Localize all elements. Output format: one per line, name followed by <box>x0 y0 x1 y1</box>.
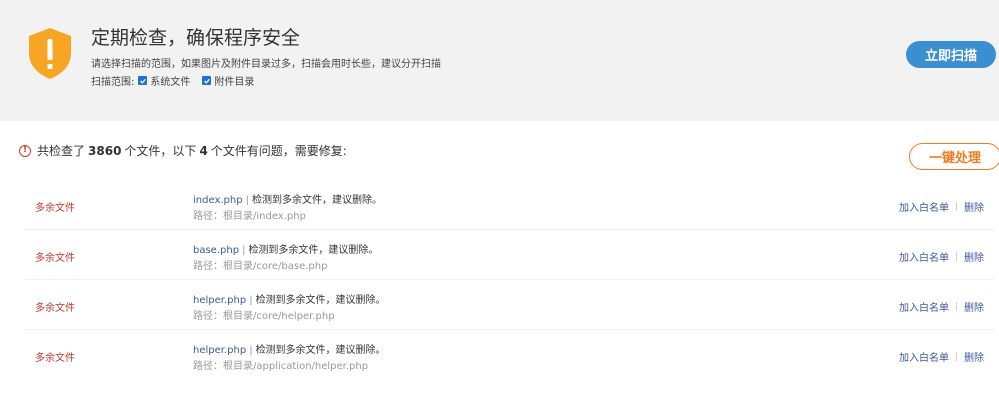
issue-row: 多余文件 helper.php | 检测到多余文件，建议删除。 路径：根目录/app… <box>24 330 994 380</box>
checkbox-checked-icon[interactable] <box>202 76 212 85</box>
issue-text: 检测到多余文件，建议删除。 <box>251 195 382 206</box>
file-path: 路径：根目录/core/base.php <box>193 261 328 272</box>
delete-link[interactable]: 删除 <box>964 249 984 264</box>
issue-type: 多余文件 <box>35 253 75 264</box>
issue-message: helper.php | 检测到多余文件，建议删除。 <box>193 341 386 356</box>
action-divider <box>956 202 957 211</box>
issue-message: index.php | 检测到多余文件，建议删除。 <box>193 191 382 206</box>
separator: | <box>249 295 253 306</box>
row-actions: 加入白名单 删除 <box>899 349 984 364</box>
issue-type: 多余文件 <box>35 353 75 364</box>
issue-message: helper.php | 检测到多余文件，建议删除。 <box>193 291 386 306</box>
scan-header-panel: 定期检查，确保程序安全 请选择扫描的范围，如果图片及附件目录过多，扫描会用时长些… <box>0 0 999 121</box>
file-path: 路径：根目录/core/helper.php <box>193 311 335 322</box>
alert-icon: ! <box>19 144 31 157</box>
summary-issues: 4 <box>199 143 208 158</box>
issue-text: 检测到多余文件，建议删除。 <box>248 245 379 256</box>
delete-link[interactable]: 删除 <box>964 199 984 214</box>
scope-option-label: 附件目录 <box>214 77 255 88</box>
scope-system-files-checkbox[interactable]: 系统文件 <box>138 73 190 88</box>
row-actions: 加入白名单 删除 <box>899 199 984 214</box>
add-whitelist-link[interactable]: 加入白名单 <box>899 249 949 264</box>
file-name: helper.php <box>193 295 247 306</box>
issue-type: 多余文件 <box>35 303 75 314</box>
summary-middle: 个文件，以下 <box>124 144 197 158</box>
checkbox-checked-icon[interactable] <box>138 76 148 85</box>
delete-link[interactable]: 删除 <box>964 349 984 364</box>
delete-link[interactable]: 删除 <box>964 299 984 314</box>
issue-list: 多余文件 index.php | 检测到多余文件，建议删除。 路径：根目录/inde… <box>24 180 994 380</box>
issue-message: base.php | 检测到多余文件，建议删除。 <box>193 241 378 256</box>
add-whitelist-link[interactable]: 加入白名单 <box>899 349 949 364</box>
file-name: index.php <box>193 195 243 206</box>
issue-text: 检测到多余文件，建议删除。 <box>255 345 386 356</box>
row-actions: 加入白名单 删除 <box>899 299 984 314</box>
scope-option-label: 系统文件 <box>150 77 191 88</box>
scan-now-button[interactable]: 立即扫描 <box>906 41 996 68</box>
separator: | <box>245 195 249 206</box>
row-actions: 加入白名单 删除 <box>899 249 984 264</box>
issue-row: 多余文件 helper.php | 检测到多余文件，建议删除。 路径：根目录/cor… <box>24 280 994 330</box>
scope-attachments-checkbox[interactable]: 附件目录 <box>202 73 254 88</box>
page-title: 定期检查，确保程序安全 <box>91 27 301 49</box>
scan-description: 请选择扫描的范围，如果图片及附件目录过多，扫描会用时长些，建议分开扫描 <box>91 59 441 70</box>
issue-row: 多余文件 base.php | 检测到多余文件，建议删除。 路径：根目录/core/… <box>24 230 994 280</box>
action-divider <box>956 302 957 311</box>
action-divider <box>956 352 957 361</box>
scan-summary: ! 共检查了 3860 个文件，以下 4 个文件有问题，需要修复: <box>19 142 347 159</box>
summary-total: 3860 <box>88 143 122 158</box>
scan-scope: 扫描范围: 系统文件 附件目录 <box>91 73 262 88</box>
issue-text: 检测到多余文件，建议删除。 <box>255 295 386 306</box>
summary-prefix: 共检查了 <box>37 144 86 158</box>
add-whitelist-link[interactable]: 加入白名单 <box>899 199 949 214</box>
summary-suffix: 个文件有问题，需要修复: <box>210 144 347 158</box>
separator: | <box>249 345 253 356</box>
separator: | <box>242 245 246 256</box>
one-click-fix-button[interactable]: 一键处理 <box>909 143 999 170</box>
file-path: 路径：根目录/application/helper.php <box>193 361 369 372</box>
file-name: helper.php <box>193 345 247 356</box>
file-path: 路径：根目录/index.php <box>193 211 306 222</box>
scope-label: 扫描范围: <box>91 77 135 88</box>
issue-row: 多余文件 index.php | 检测到多余文件，建议删除。 路径：根目录/inde… <box>24 180 994 230</box>
issue-type: 多余文件 <box>35 203 75 214</box>
add-whitelist-link[interactable]: 加入白名单 <box>899 299 949 314</box>
file-name: base.php <box>193 245 240 256</box>
action-divider <box>956 252 957 261</box>
shield-warning-icon <box>29 28 71 79</box>
